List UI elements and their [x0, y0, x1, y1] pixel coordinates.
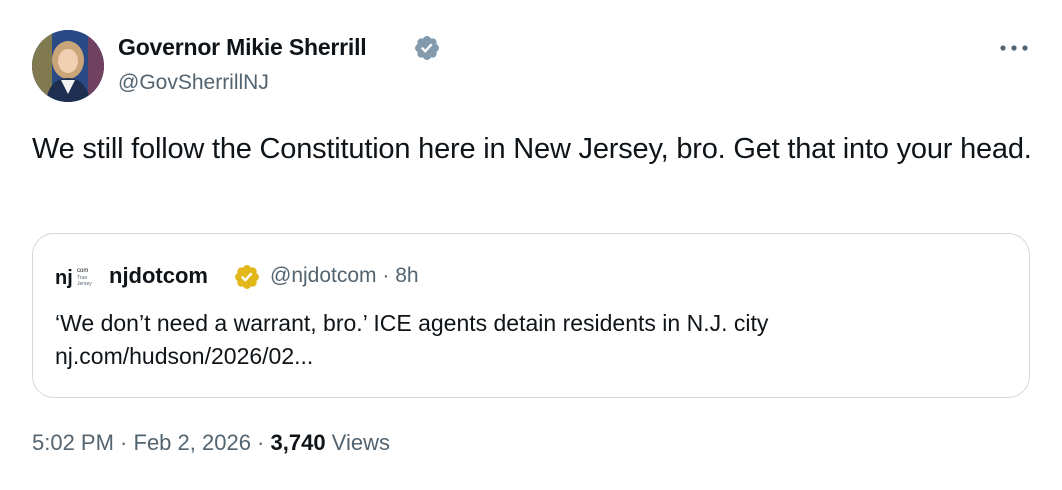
meta-separator: ·	[250, 430, 271, 455]
svg-text:Jersey: Jersey	[77, 281, 92, 287]
tweet-date[interactable]: Feb 2, 2026	[134, 430, 251, 455]
quoted-tweet[interactable]: nj com True Jersey njdotcom @njdotcom · …	[32, 233, 1030, 398]
tweet-card: Governor Mikie Sherrill @GovSherrillNJ W…	[0, 0, 1062, 490]
svg-text:com: com	[77, 268, 88, 274]
quoted-meta: @njdotcom · 8h	[270, 264, 419, 288]
views-count: 3,740	[270, 430, 326, 455]
quoted-separator: ·	[376, 264, 396, 287]
verified-badge-icon	[415, 36, 439, 60]
verified-organization-badge-icon	[235, 265, 259, 289]
quoted-time[interactable]: 8h	[395, 264, 418, 287]
tweet-text: We still follow the Constitution here in…	[32, 133, 1032, 165]
author-avatar[interactable]	[32, 30, 104, 102]
avatar-photo-icon	[32, 30, 104, 102]
quoted-link[interactable]: nj.com/hudson/2026/02...	[55, 340, 1005, 373]
more-horizontal-icon	[1000, 45, 1028, 51]
meta-separator: ·	[113, 430, 134, 455]
quoted-handle: @njdotcom	[270, 264, 377, 287]
quoted-text: ‘We don’t need a warrant, bro.’ ICE agen…	[55, 307, 1005, 373]
more-options-button[interactable]	[996, 36, 1032, 60]
author-handle[interactable]: @GovSherrillNJ	[118, 71, 269, 95]
views-label: Views	[325, 430, 390, 455]
tweet-meta: 5:02 PM · Feb 2, 2026 · 3,740 Views	[32, 430, 390, 456]
quoted-headline: ‘We don’t need a warrant, bro.’ ICE agen…	[55, 310, 769, 336]
quoted-author-name: njdotcom	[109, 263, 208, 288]
svg-text:nj: nj	[55, 267, 73, 289]
author-name[interactable]: Governor Mikie Sherrill	[118, 34, 367, 61]
njdotcom-logo: nj com True Jersey	[55, 267, 92, 289]
tweet-time[interactable]: 5:02 PM	[32, 430, 114, 455]
